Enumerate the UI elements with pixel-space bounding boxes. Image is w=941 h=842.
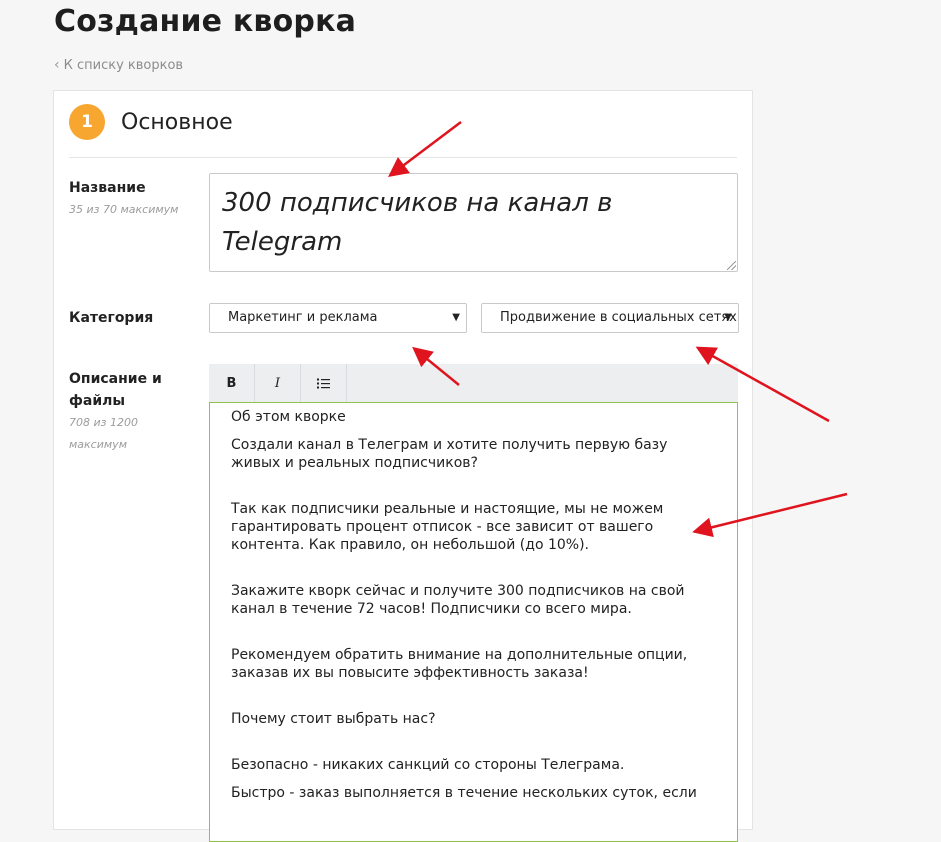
back-to-list-link[interactable]: ‹ К списку кворков [54,57,183,73]
section-divider [69,157,737,158]
description-char-count-line1: 708 из 1200 [69,416,138,429]
dropdown-arrow-icon: ▼ [724,312,732,323]
dropdown-arrow-icon: ▼ [452,312,460,323]
name-label: Название [69,180,146,196]
editor-toolbar: B I [209,364,738,402]
editor-paragraph: Создали канал в Телеграм и хотите получи… [231,437,668,471]
page-title: Создание кворка [54,4,357,39]
editor-paragraph: Безопасно - никаких санкций со стороны Т… [231,757,625,773]
description-editor[interactable]: Об этом кворке Создали канал в Телеграм … [209,402,738,842]
resize-handle-icon[interactable] [727,261,736,270]
editor-paragraph: Так как подписчики реальные и настоящие,… [231,501,664,553]
description-label-line2: файлы [69,393,126,409]
bulleted-list-icon [317,378,330,388]
chevron-left-icon: ‹ [54,57,60,73]
name-char-count: 35 из 70 максимум [69,203,179,216]
editor-paragraph: Быстро - заказ выполняется в течение нес… [231,785,697,801]
category-select-value: Маркетинг и реклама [228,310,378,325]
subcategory-select[interactable]: Продвижение в социальных сетях ▼ [481,303,739,333]
editor-paragraph: Закажите кворк сейчас и получите 300 под… [231,583,685,617]
editor-paragraph: Об этом кворке [231,409,346,425]
section-title: Основное [121,109,233,135]
back-link-label: К списку кворков [63,57,184,73]
description-char-count-line2: максимум [69,438,127,451]
category-select[interactable]: Маркетинг и реклама ▼ [209,303,467,333]
editor-paragraph: Почему стоит выбрать нас? [231,711,436,727]
editor-paragraph: Рекомендуем обратить внимание на дополни… [231,647,688,681]
bold-button[interactable]: B [209,364,255,402]
subcategory-select-value: Продвижение в социальных сетях [500,310,737,325]
category-label: Категория [69,310,154,326]
bulleted-list-button[interactable] [301,364,347,402]
kwork-title-input[interactable]: 300 подписчиков на канал в Telegram [209,173,738,272]
step-number-badge: 1 [69,104,105,140]
italic-button[interactable]: I [255,364,301,402]
description-label-line1: Описание и [69,371,162,387]
basic-info-card: 1 Основное Название 35 из 70 максимум 30… [53,90,753,842]
section-header: 1 Основное [69,104,233,140]
